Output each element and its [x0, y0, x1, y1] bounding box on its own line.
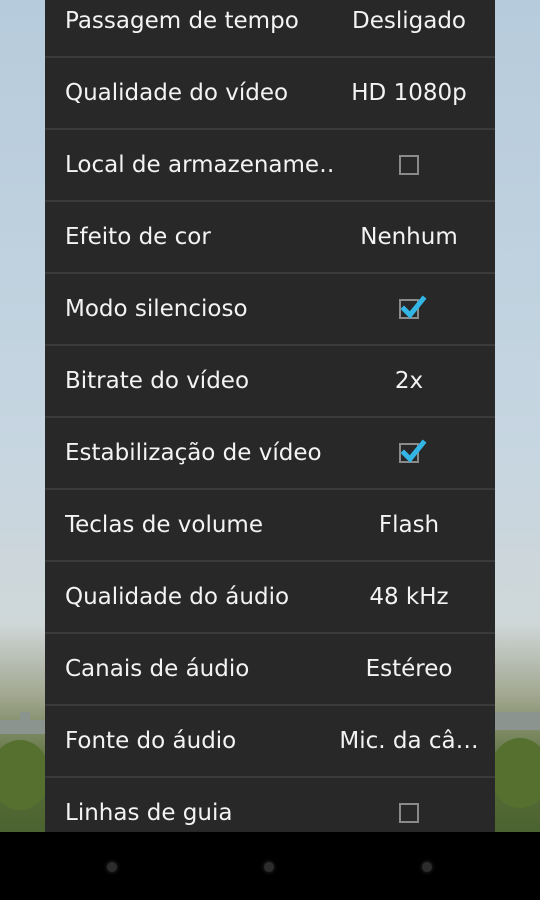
home-icon[interactable] — [264, 862, 274, 872]
setting-label: Qualidade do vídeo — [65, 80, 289, 106]
setting-value: HD 1080p — [351, 80, 467, 106]
setting-value: 2x — [394, 368, 424, 394]
setting-label: Bitrate do vídeo — [65, 368, 250, 394]
checkmark-icon — [400, 439, 427, 463]
checkbox[interactable] — [399, 295, 427, 319]
setting-row[interactable]: Linhas de guia — [45, 778, 495, 832]
city-building — [20, 712, 30, 724]
city-skyline — [495, 712, 540, 730]
setting-checkbox-container — [335, 418, 483, 488]
setting-checkbox-container — [335, 274, 483, 344]
setting-row[interactable]: Passagem de tempo Desligado — [45, 0, 495, 58]
setting-label: Canais de áudio — [65, 656, 250, 682]
setting-value: 48 kHz — [369, 584, 449, 610]
setting-checkbox-container — [335, 130, 483, 200]
setting-label: Fonte do áudio — [65, 728, 237, 754]
setting-label: Qualidade do áudio — [65, 584, 290, 610]
setting-row[interactable]: Modo silencioso — [45, 274, 495, 346]
tree — [490, 738, 540, 808]
setting-label: Teclas de volume — [65, 512, 263, 538]
setting-label: Passagem de tempo — [65, 8, 299, 34]
setting-row[interactable]: Teclas de volume Flash — [45, 490, 495, 562]
setting-label: Efeito de cor — [65, 224, 211, 250]
tree — [0, 740, 50, 810]
setting-label: Estabilização de vídeo — [65, 440, 322, 466]
setting-label: Linhas de guia — [65, 800, 233, 826]
checkmark-icon — [400, 295, 427, 319]
setting-value: Flash — [378, 512, 440, 538]
recents-icon[interactable] — [422, 862, 432, 872]
checkbox[interactable] — [399, 803, 419, 823]
setting-row[interactable]: Local de armazename… — [45, 130, 495, 202]
setting-label: Modo silencioso — [65, 296, 248, 322]
setting-row[interactable]: Qualidade do vídeo HD 1080p — [45, 58, 495, 130]
settings-panel: Passagem de tempo Desligado Qualidade do v… — [45, 0, 495, 832]
setting-row[interactable]: Bitrate do vídeo 2x — [45, 346, 495, 418]
setting-value: Nenhum — [360, 224, 458, 250]
setting-checkbox-container — [335, 778, 483, 832]
setting-value: Mic. da câ… — [339, 728, 479, 754]
setting-row[interactable]: Fonte do áudio Mic. da câ… — [45, 706, 495, 778]
setting-value: Estéreo — [365, 656, 453, 682]
setting-label: Local de armazename… — [65, 152, 335, 178]
setting-row[interactable]: Qualidade do áudio 48 kHz — [45, 562, 495, 634]
checkbox[interactable] — [399, 155, 419, 175]
setting-row[interactable]: Estabilização de vídeo — [45, 418, 495, 490]
back-icon[interactable] — [107, 862, 117, 872]
checkbox[interactable] — [399, 439, 427, 463]
navigation-bar — [0, 832, 540, 900]
setting-row[interactable]: Canais de áudio Estéreo — [45, 634, 495, 706]
setting-row[interactable]: Efeito de cor Nenhum — [45, 202, 495, 274]
setting-value: Desligado — [352, 8, 466, 34]
